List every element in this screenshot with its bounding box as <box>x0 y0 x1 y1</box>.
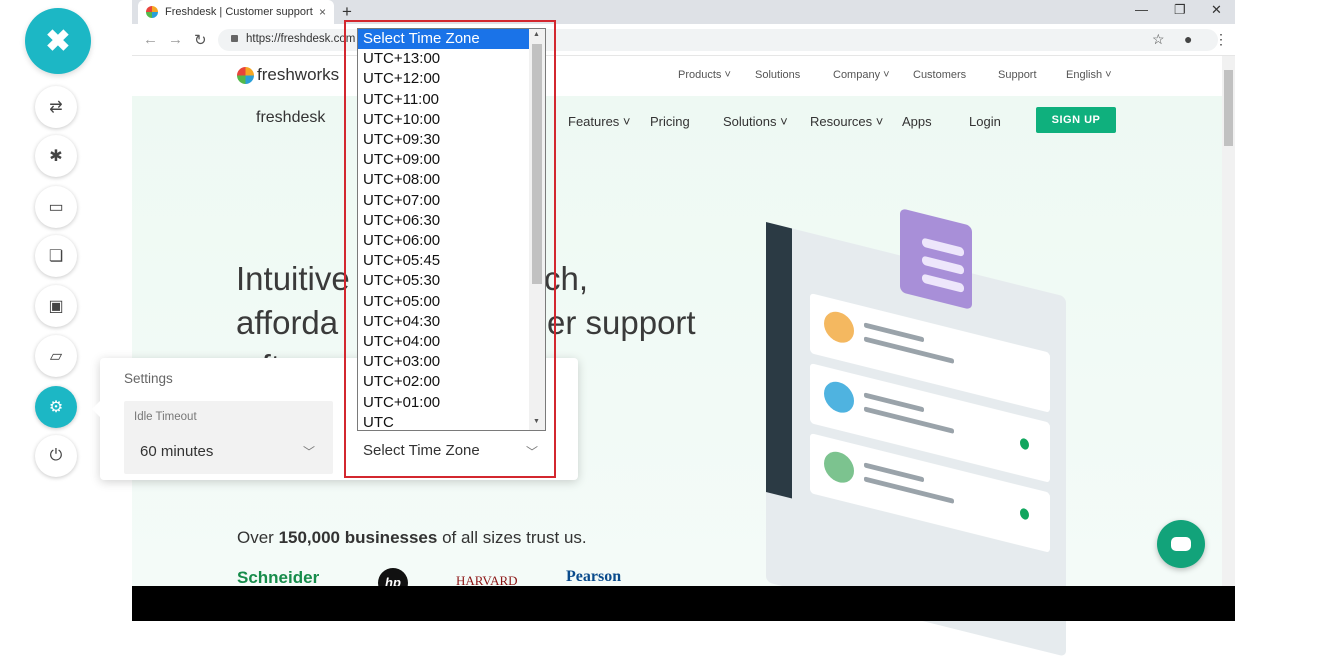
bug-icon[interactable]: ✱ <box>35 135 77 177</box>
gear-icon[interactable]: ⚙ <box>35 386 77 428</box>
nav-support[interactable]: Support <box>998 69 1037 81</box>
screen-icon[interactable]: ▣ <box>35 285 77 327</box>
nav-solutions[interactable]: Solutions <box>755 69 800 81</box>
headline-line1-end: ch, <box>544 260 589 297</box>
lock-icon <box>231 35 238 42</box>
nav-customers[interactable]: Customers <box>913 69 966 81</box>
headline-line2-end: er support <box>547 304 696 341</box>
forward-icon[interactable]: → <box>168 31 183 48</box>
idle-timeout-label: Idle Timeout <box>134 411 197 423</box>
settings-caret <box>92 400 101 418</box>
close-widget-button[interactable]: ✖ <box>25 8 91 74</box>
reload-icon[interactable]: ↻ <box>194 31 207 49</box>
nav-pricing[interactable]: Pricing <box>650 114 690 129</box>
restore-icon[interactable]: ❐ <box>1174 2 1186 18</box>
profile-icon[interactable]: ● <box>1184 31 1192 47</box>
signup-button[interactable]: SIGN UP <box>1036 107 1116 133</box>
bookmark-star-icon[interactable]: ☆ <box>1152 31 1165 48</box>
nav-login[interactable]: Login <box>969 114 1001 129</box>
trust-statement: Over 150,000 businesses of all sizes tru… <box>237 528 587 547</box>
logo-schneider: Schneider <box>237 568 320 587</box>
sync-icon[interactable]: ⇄ <box>35 86 77 128</box>
nav-resources[interactable]: Resources ˅ <box>810 114 883 129</box>
power-icon[interactable]: ⏻ <box>35 435 77 477</box>
chat-icon <box>1171 537 1191 551</box>
freshworks-logo-icon <box>237 66 254 84</box>
brand-name: freshworks <box>257 65 340 84</box>
chevron-down-icon[interactable]: ﹀ <box>303 443 315 460</box>
copy-icon[interactable]: ❏ <box>35 235 77 277</box>
tab-title: Freshdesk | Customer support so <box>165 6 313 18</box>
freshdesk-logo[interactable]: freshdesk <box>256 109 325 127</box>
new-tab-button[interactable]: + <box>342 2 352 22</box>
video-icon[interactable]: ▭ <box>35 186 77 228</box>
url-text[interactable]: https://freshdesk.com <box>246 33 355 45</box>
chat-bubble-illustration <box>900 208 972 310</box>
nav-main-solutions[interactable]: Solutions ˅ <box>723 114 788 129</box>
highlight-outline <box>344 20 556 478</box>
freshworks-logo[interactable]: freshworks <box>237 65 339 85</box>
nav-company[interactable]: Company ˅ <box>833 69 890 81</box>
browser-tab[interactable]: Freshdesk | Customer support so × <box>138 0 334 24</box>
minimize-icon[interactable]: — <box>1135 2 1148 17</box>
tab-close-icon[interactable]: × <box>319 5 326 19</box>
close-window-icon[interactable]: ✕ <box>1211 2 1222 18</box>
page-scrollbar[interactable] <box>1222 56 1235 586</box>
nav-products[interactable]: Products ˅ <box>678 69 731 81</box>
freshdesk-favicon-icon <box>146 6 158 18</box>
nav-language[interactable]: English ˅ <box>1066 69 1112 81</box>
nav-features[interactable]: Features ˅ <box>568 114 631 129</box>
menu-kebab-icon[interactable]: ⋮ <box>1214 31 1228 48</box>
logo-pearson: Pearson <box>566 568 622 585</box>
settings-title: Settings <box>124 371 173 386</box>
back-icon[interactable]: ← <box>143 31 158 48</box>
chat-widget-button[interactable] <box>1157 520 1205 568</box>
bottom-black-bar <box>132 586 1235 621</box>
folder-icon[interactable]: ▱ <box>35 335 77 377</box>
nav-apps[interactable]: Apps <box>902 114 932 129</box>
idle-timeout-value[interactable]: 60 minutes <box>140 443 213 460</box>
